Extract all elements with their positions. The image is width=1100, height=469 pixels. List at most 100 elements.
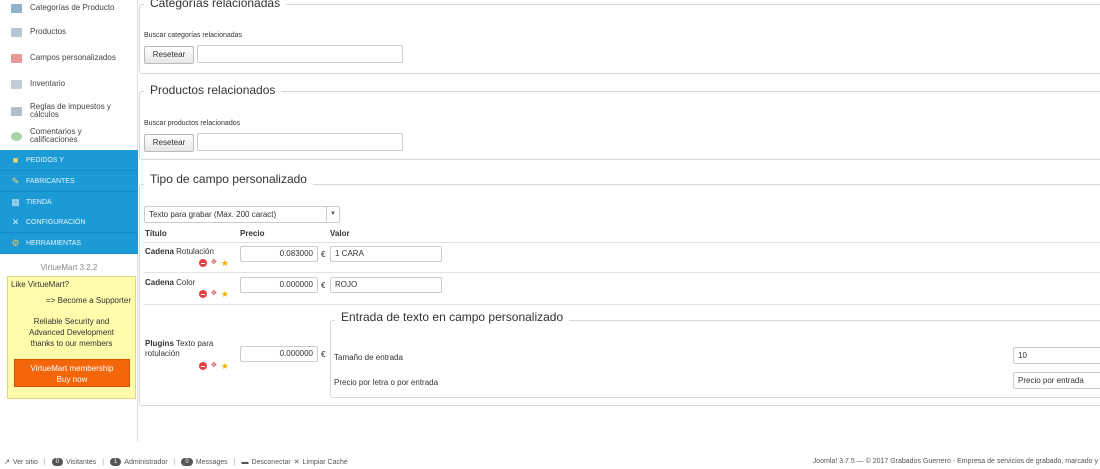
custom-field-type-legend: Tipo de campo personalizado bbox=[144, 172, 313, 186]
section-label: FABRICANTES bbox=[26, 177, 75, 185]
messages-link[interactable]: Messages bbox=[196, 459, 228, 466]
clear-cache-link[interactable]: Limpiar Caché bbox=[303, 459, 348, 466]
related-categories-legend: Categorías relacionadas bbox=[144, 0, 287, 10]
drag-handle-icon[interactable]: ✥ bbox=[211, 290, 217, 298]
comment-icon bbox=[11, 131, 22, 141]
copyright-text: Joomla! 3.7.5 — © 2017 Grabados Guerrero… bbox=[812, 458, 1098, 465]
row-title: Cadena Rotulación bbox=[145, 247, 214, 257]
messages-count: 0 bbox=[181, 458, 193, 466]
delete-icon[interactable] bbox=[199, 362, 207, 370]
custom-field-type-select[interactable]: Texto para grabar (Max. 200 caract) ▼ bbox=[144, 206, 340, 223]
separator: | bbox=[233, 458, 236, 466]
promo-line: Like VirtueMart? bbox=[11, 280, 70, 289]
custom-fields-icon bbox=[11, 53, 22, 63]
related-categories-fieldset bbox=[139, 4, 1100, 74]
select-value: Precio por entrada bbox=[1018, 376, 1084, 385]
column-header-title: Título bbox=[145, 229, 167, 238]
row-field-name: Cadena bbox=[145, 247, 174, 256]
chevron-down-icon: ▼ bbox=[326, 207, 339, 222]
sidebar-section-shop[interactable]: ▦ TIENDA bbox=[0, 192, 138, 213]
external-link-icon: ↗ bbox=[4, 459, 10, 466]
inventory-icon bbox=[11, 79, 22, 89]
row-actions: ✥ ★ bbox=[199, 259, 229, 268]
sidebar: Categorías de Producto Productos Campos … bbox=[0, 0, 138, 442]
text-input-fieldset bbox=[330, 320, 1100, 398]
sidebar-item-label: Comentarios y calificaciones bbox=[30, 128, 82, 144]
row-field-name: Cadena bbox=[145, 278, 174, 287]
sidebar-item-custom-fields[interactable]: Campos personalizados bbox=[0, 46, 138, 70]
column-header-value: Valor bbox=[330, 229, 350, 238]
price-mode-select[interactable]: Precio por entrada bbox=[1013, 372, 1100, 389]
sidebar-item-products[interactable]: Productos bbox=[0, 20, 138, 44]
delete-icon[interactable] bbox=[199, 290, 207, 298]
reset-products-button[interactable]: Resetear bbox=[144, 134, 194, 152]
sidebar-item-label: Reglas de impuestos y cálculos bbox=[30, 103, 111, 119]
drag-handle-icon[interactable]: ✥ bbox=[211, 362, 217, 370]
version-label: VirtueMart 3.2.2 bbox=[40, 263, 98, 272]
admin-link[interactable]: Administrador bbox=[124, 459, 167, 466]
logout-icon: ▬ bbox=[241, 458, 249, 466]
sidebar-item-comments[interactable]: Comentarios y calificaciones bbox=[0, 124, 138, 148]
value-input[interactable]: 1 CARA bbox=[330, 246, 442, 262]
related-products-search-label: Buscar productos relacionados bbox=[144, 120, 241, 127]
promo-text: Reliable Security and Advanced Developme… bbox=[8, 316, 135, 349]
price-input[interactable]: 0.000000 bbox=[240, 346, 318, 362]
currency-symbol: € bbox=[321, 281, 326, 290]
folder-icon bbox=[11, 3, 22, 13]
label-line: cálculos bbox=[30, 110, 59, 119]
star-icon[interactable]: ★ bbox=[221, 259, 229, 268]
row-title: Plugins Texto para rotulación bbox=[145, 339, 213, 359]
calculator-icon bbox=[11, 106, 22, 116]
sidebar-section-tools[interactable]: ⚙ HERRAMIENTAS bbox=[0, 233, 138, 254]
sidebar-item-tax-rules[interactable]: Reglas de impuestos y cálculos bbox=[0, 99, 138, 123]
related-categories-search-input[interactable] bbox=[197, 45, 403, 63]
row-field-label: Color bbox=[176, 278, 196, 287]
price-mode-label: Precio por letra o por entrada bbox=[334, 378, 439, 387]
row-field-label: rotulación bbox=[145, 349, 180, 358]
sidebar-item-inventory[interactable]: Inventario bbox=[0, 72, 138, 96]
price-input[interactable]: 0.000000 bbox=[240, 277, 318, 293]
sidebar-item-label: Campos personalizados bbox=[30, 53, 116, 62]
products-icon bbox=[11, 27, 22, 37]
promo-line: thanks to our members bbox=[30, 339, 113, 348]
separator: | bbox=[173, 458, 176, 466]
star-icon[interactable]: ★ bbox=[221, 362, 229, 371]
config-icon: ✕ bbox=[11, 216, 20, 227]
sidebar-section-manufacturers[interactable]: ✎ FABRICANTES bbox=[0, 171, 138, 192]
footer-links: ↗ Ver sitio | 0 Visitantes | 1 Administr… bbox=[4, 458, 348, 466]
membership-button[interactable]: VirtueMart membership Buy now bbox=[14, 359, 130, 387]
input-size-label: Tamaño de entrada bbox=[334, 353, 403, 362]
visitors-count: 0 bbox=[51, 458, 63, 466]
logout-link[interactable]: Desconectar bbox=[251, 459, 290, 466]
input-size-field[interactable]: 10 bbox=[1013, 347, 1100, 364]
separator: | bbox=[102, 458, 105, 466]
drag-handle-icon[interactable]: ✥ bbox=[211, 259, 217, 267]
label-line: calificaciones bbox=[30, 135, 78, 144]
reset-categories-button[interactable]: Resetear bbox=[144, 46, 194, 64]
visitors-link[interactable]: Visitantes bbox=[66, 459, 96, 466]
price-input[interactable]: 0.083000 bbox=[240, 246, 318, 262]
column-header-price: Precio bbox=[240, 229, 265, 238]
view-site-link[interactable]: Ver sitio bbox=[13, 459, 38, 466]
row-actions: ✥ ★ bbox=[199, 362, 229, 371]
value-input[interactable]: ROJO bbox=[330, 277, 442, 293]
star-icon[interactable]: ★ bbox=[221, 290, 229, 299]
related-products-legend: Productos relacionados bbox=[144, 83, 282, 97]
sidebar-item-label: Categorías de Producto bbox=[30, 3, 115, 12]
delete-icon[interactable] bbox=[199, 259, 207, 267]
sidebar-section-orders[interactable]: ■ PEDIDOS Y bbox=[0, 150, 138, 171]
sidebar-item-categories[interactable]: Categorías de Producto bbox=[0, 0, 138, 20]
promo-line: => Become a Supporter bbox=[46, 296, 131, 305]
shop-icon: ▦ bbox=[11, 196, 20, 207]
section-label: TIENDA bbox=[26, 198, 52, 206]
sidebar-section-configuration[interactable]: ✕ CONFIGURACIÓN bbox=[0, 212, 138, 233]
button-label: VirtueMart membership bbox=[30, 364, 114, 373]
separator: | bbox=[43, 458, 46, 466]
page: Categorías de Producto Productos Campos … bbox=[0, 0, 1100, 469]
clear-cache-icon: ✕ bbox=[293, 459, 300, 466]
status-footer: ↗ Ver sitio | 0 Visitantes | 1 Administr… bbox=[0, 456, 1100, 469]
related-products-search-input[interactable] bbox=[197, 133, 403, 151]
currency-symbol: € bbox=[321, 350, 326, 359]
admin-count: 1 bbox=[110, 458, 122, 466]
sidebar-item-label: Productos bbox=[30, 27, 67, 36]
